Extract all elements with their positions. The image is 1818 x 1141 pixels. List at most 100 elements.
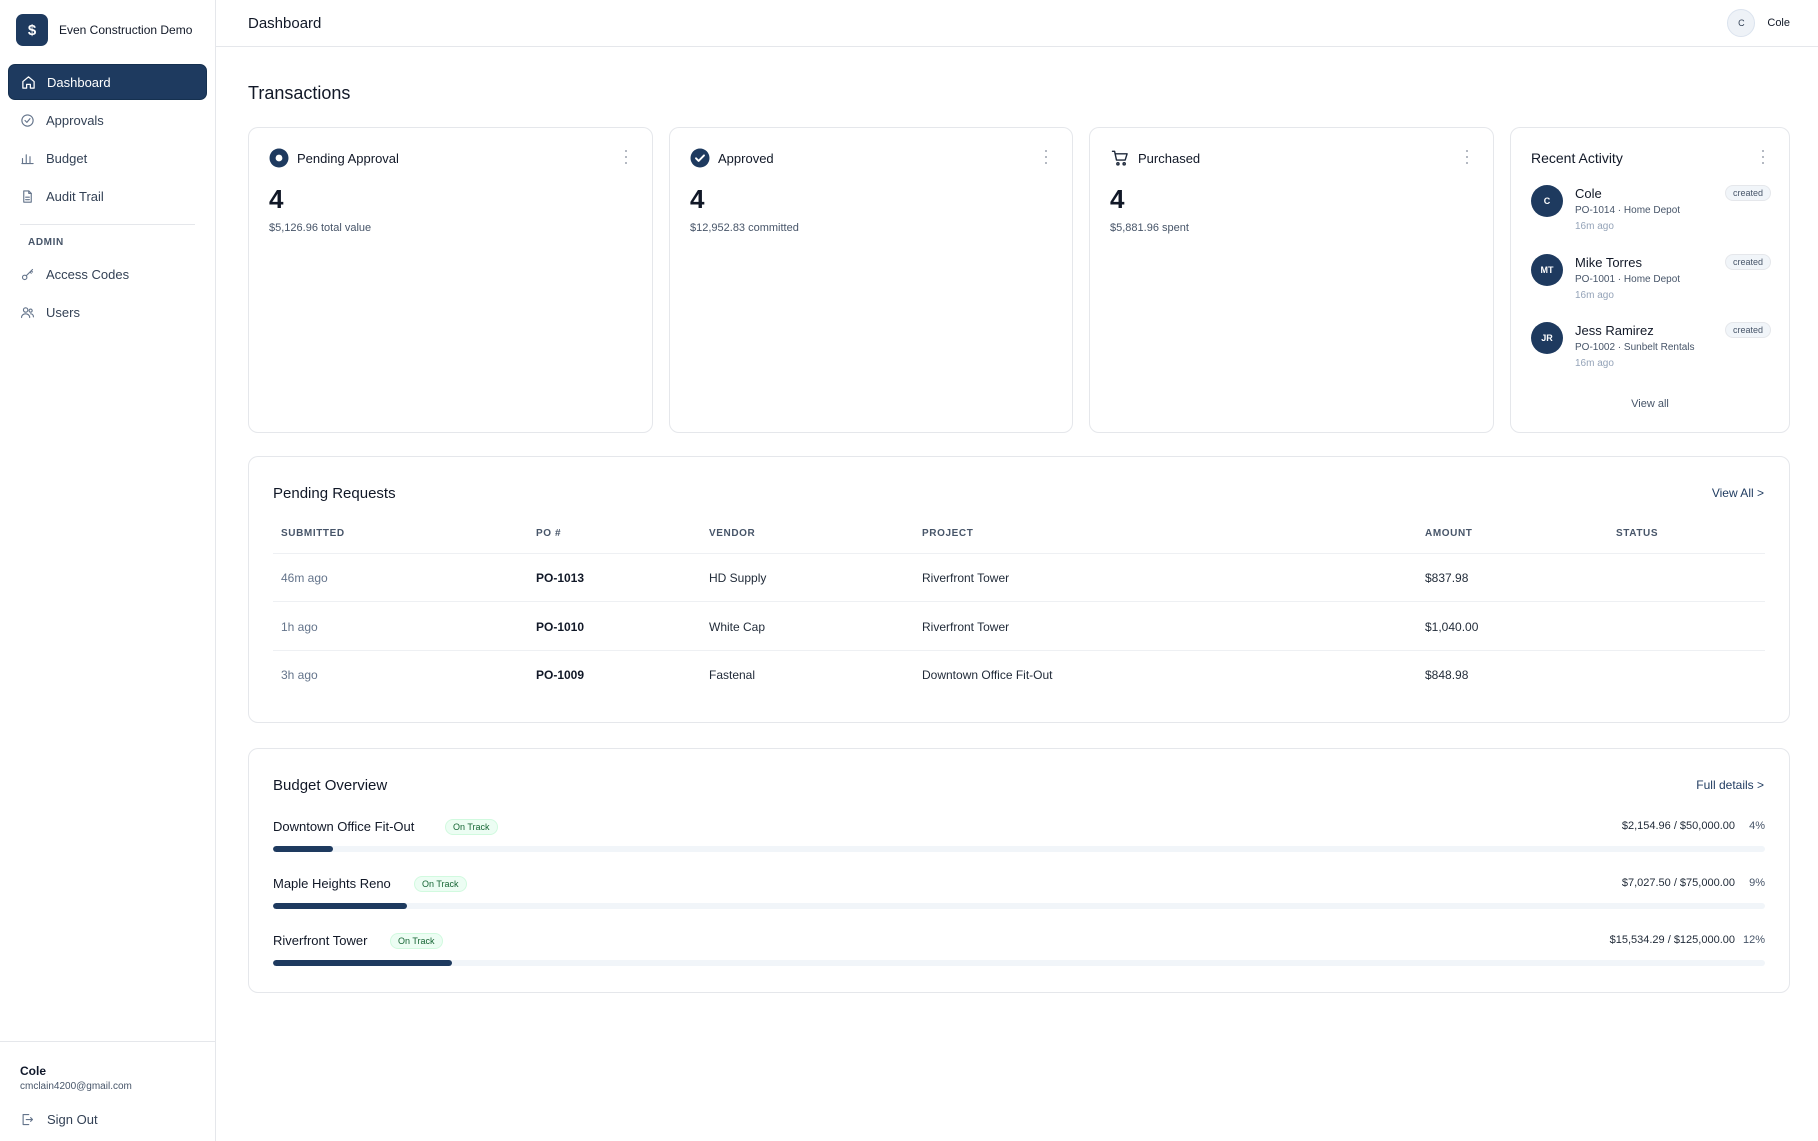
more-icon[interactable] [1761, 150, 1765, 164]
cell-amount: $848.98 [1425, 668, 1469, 682]
budget-progress-fill [273, 846, 333, 852]
card-label: Approved [718, 150, 774, 166]
brand[interactable]: $ Even Construction Demo [0, 0, 215, 60]
users-icon [21, 306, 34, 318]
card-count: 4 [269, 184, 284, 214]
row-divider [273, 601, 1765, 602]
user-menu[interactable]: C Cole [1727, 9, 1790, 37]
status-badge: On Track [390, 933, 443, 949]
card-subtitle: $12,952.83 committed [690, 222, 799, 234]
activity-name: Cole [1575, 186, 1602, 201]
topbar: Dashboard C Cole [216, 0, 1818, 47]
status-badge: created [1724, 254, 1771, 270]
activity-detail: PO-1002 · Sunbelt Rentals [1575, 342, 1695, 353]
sidebar: $ Even Construction Demo Dashboard Appro… [0, 0, 216, 1141]
home-icon [22, 75, 35, 89]
file-icon [23, 189, 32, 203]
card-purchased[interactable]: Purchased 4 $5,881.96 spent [1089, 127, 1494, 433]
app: $ Even Construction Demo Dashboard Appro… [0, 0, 1818, 1141]
budget-amount: $7,027.50 / $75,000.00 [1621, 877, 1735, 889]
card-label: Pending Approval [297, 150, 399, 166]
activity-item[interactable]: JR Jess Ramirez PO-1002 · Sunbelt Rental… [1531, 322, 1771, 378]
account-email: cmclain4200@gmail.com [20, 1081, 132, 1092]
column-header[interactable]: STATUS [1616, 528, 1658, 539]
column-header[interactable]: SUBMITTED [281, 528, 345, 539]
status-badge: On Track [445, 819, 498, 835]
column-header[interactable]: PROJECT [922, 528, 973, 539]
card-pending-approval[interactable]: Pending Approval 4 $5,126.96 total value [248, 127, 653, 433]
cell-submitted: 46m ago [281, 571, 328, 585]
activity-name: Mike Torres [1575, 255, 1642, 270]
nav-item-budget[interactable]: Budget [8, 140, 207, 176]
card-approved[interactable]: Approved 4 $12,952.83 committed [669, 127, 1073, 433]
cell-po: PO-1013 [536, 571, 585, 585]
budget-progress-fill [273, 960, 453, 966]
view-all-pending-link[interactable]: View All > [1712, 486, 1764, 500]
sign-out-icon [22, 1113, 34, 1126]
cell-vendor: HD Supply [709, 571, 767, 585]
activity-item[interactable]: C Cole PO-1014 · Home Depot 16m ago crea… [1531, 185, 1771, 241]
nav-item-users[interactable]: Users [8, 294, 207, 330]
column-header[interactable]: VENDOR [709, 528, 755, 539]
full-details-link[interactable]: Full details > [1696, 778, 1764, 792]
nav-item-dashboard[interactable]: Dashboard [8, 64, 207, 100]
sign-out-button[interactable]: Sign Out [20, 1112, 195, 1127]
activity-item[interactable]: MT Mike Torres PO-1001 · Home Depot 16m … [1531, 254, 1771, 310]
nav-item-label: Dashboard [47, 74, 111, 90]
transaction-cards: Pending Approval 4 $5,126.96 total value… [248, 127, 1790, 433]
cell-po: PO-1010 [536, 620, 585, 634]
budget-progress-fill [273, 903, 408, 909]
page-title: Dashboard [248, 14, 322, 32]
row-divider [273, 650, 1765, 651]
cell-submitted: 1h ago [281, 620, 318, 634]
budget-progress-bar [273, 960, 1765, 966]
more-icon[interactable] [1044, 150, 1048, 164]
more-icon[interactable] [1465, 150, 1469, 164]
budget-progress-bar [273, 846, 1765, 852]
nav-item-label: Budget [46, 150, 88, 166]
nav-divider [20, 224, 195, 225]
check-circle-icon [21, 113, 34, 127]
nav-item-approvals[interactable]: Approvals [8, 102, 207, 138]
budget-amount: $15,534.29 / $125,000.00 [1609, 934, 1735, 946]
avatar: JR [1531, 322, 1563, 354]
budget-project-name: Maple Heights Reno [273, 876, 391, 891]
cell-amount: $1,040.00 [1425, 620, 1479, 634]
cell-project: Downtown Office Fit-Out [922, 668, 1053, 682]
brand-name: Even Construction Demo [59, 23, 193, 37]
card-label: Purchased [1138, 150, 1201, 166]
sidebar-footer: Cole cmclain4200@gmail.com Sign Out [0, 1041, 215, 1141]
activity-name: Jess Ramirez [1575, 323, 1654, 338]
card-header: Pending Approval [269, 148, 399, 168]
activity-time: 16m ago [1575, 221, 1614, 232]
status-badge: created [1724, 185, 1771, 201]
card-header: Purchased [1110, 148, 1200, 168]
cell-project: Riverfront Tower [922, 620, 1010, 634]
cell-vendor: White Cap [709, 620, 766, 634]
nav-item-label: Audit Trail [46, 188, 104, 204]
column-header[interactable]: AMOUNT [1425, 528, 1472, 539]
user-menu-name: Cole [1767, 17, 1790, 29]
budget-overview-panel: Budget Overview Full details > Downtown … [248, 748, 1790, 993]
cell-submitted: 3h ago [281, 668, 318, 682]
budget-percent: 4% [1749, 820, 1765, 832]
bar-chart-icon [21, 153, 34, 164]
panel-title: Pending Requests [273, 485, 396, 502]
card-subtitle: $5,126.96 total value [269, 222, 372, 234]
nav-item-audit-trail[interactable]: Audit Trail [8, 178, 207, 214]
cell-vendor: Fastenal [709, 668, 756, 682]
activity-time: 16m ago [1575, 358, 1614, 369]
budget-project-name: Downtown Office Fit-Out [273, 819, 415, 834]
budget-percent: 9% [1749, 877, 1765, 889]
avatar: C [1531, 185, 1563, 217]
budget-project-name: Riverfront Tower [273, 933, 368, 948]
more-icon[interactable] [624, 150, 628, 164]
key-icon [21, 268, 34, 280]
column-header[interactable]: PO # [536, 528, 561, 539]
pending-requests-panel: Pending Requests View All > SUBMITTED PO… [248, 456, 1790, 723]
view-all-activity-link[interactable]: View all [1511, 398, 1789, 410]
activity-detail: PO-1014 · Home Depot [1575, 205, 1681, 216]
nav-item-access-codes[interactable]: Access Codes [8, 256, 207, 292]
cart-icon [1111, 150, 1128, 166]
cell-po: PO-1009 [536, 668, 585, 682]
